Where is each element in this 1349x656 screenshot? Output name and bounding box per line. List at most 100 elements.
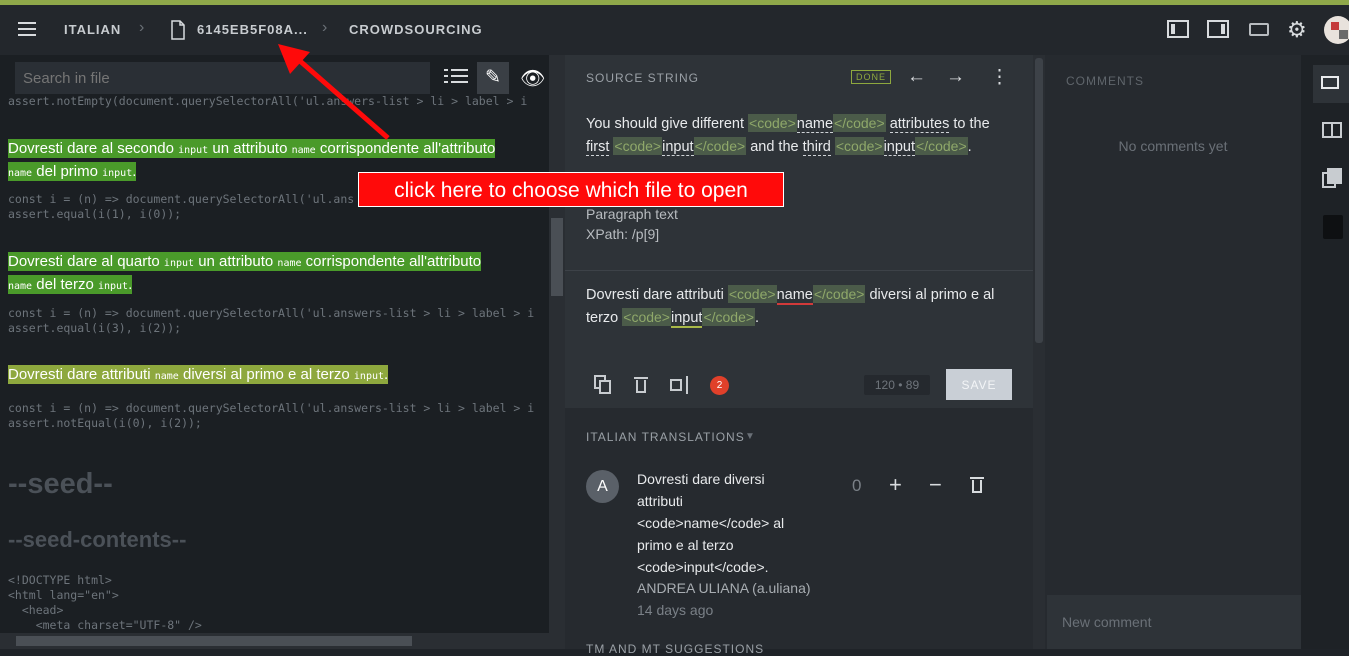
chat-icon <box>1321 76 1339 89</box>
section-heading: --seed-contents-- <box>8 527 187 552</box>
text-segment: del primo <box>32 163 103 180</box>
comment-placeholder: New comment <box>1062 614 1152 630</box>
vote-count: 0 <box>852 476 862 495</box>
code-line: const i = (n) => document.querySelectorA… <box>8 306 535 320</box>
breadcrumb-file[interactable]: 6145EB5F08A... <box>197 22 308 37</box>
top-bar: ITALIAN › 6145EB5F08A... › CROWDSOURCING… <box>0 5 1349 55</box>
text-segment: input <box>883 139 916 156</box>
menu-icon[interactable] <box>18 22 36 36</box>
edit-mode-button[interactable]: ✎ <box>477 62 509 94</box>
highlighted-string-selected[interactable]: Dovresti dare attributi name diversi al … <box>8 364 548 387</box>
delete-translation-icon[interactable] <box>970 476 984 494</box>
code-line: assert.notEmpty(document.querySelectorAl… <box>8 94 528 108</box>
text-segment: . <box>755 310 760 326</box>
pencil-icon: ✎ <box>485 67 501 88</box>
code-segment: input <box>97 281 129 292</box>
issues-count-badge[interactable]: 2 <box>710 376 729 395</box>
translation-author[interactable]: ANDREA ULIANA (a.uliana) <box>637 580 811 596</box>
code-segment: name <box>8 281 33 292</box>
code-segment: input <box>353 371 385 382</box>
copy-source-icon[interactable] <box>594 375 612 395</box>
code-line: <head> <box>8 603 64 617</box>
text-segment: Dovresti dare al secondo <box>8 140 179 157</box>
vertical-scrollbar[interactable] <box>549 55 565 649</box>
trash-icon[interactable] <box>634 375 648 394</box>
comments-empty-text: No comments yet <box>1118 138 1228 154</box>
text-segment: primo e al terzo <box>637 537 734 553</box>
plus-icon[interactable]: + <box>889 472 902 498</box>
more-options-icon[interactable]: ⋮ <box>990 66 1009 89</box>
avatar[interactable] <box>1324 16 1349 44</box>
code-line: assert.notEqual(i(0), i(2)); <box>8 416 202 430</box>
text-segment: . <box>967 139 972 155</box>
text-segment: <code>input</code>. <box>637 559 769 575</box>
text-segment: You should give different <box>586 116 749 132</box>
arrow-left-icon[interactable]: ← <box>907 66 926 88</box>
arrow-right-icon[interactable]: → <box>946 66 965 88</box>
text-segment: name <box>776 287 813 305</box>
insert-tag-icon[interactable] <box>670 376 692 394</box>
highlighted-string[interactable]: Dovresti dare al quarto input un attribu… <box>8 251 548 297</box>
code-tag: </code> <box>812 285 866 303</box>
comments-tab[interactable] <box>1313 65 1349 103</box>
breadcrumb-section[interactable]: CROWDSOURCING <box>349 22 483 37</box>
text-segment: . <box>132 163 137 180</box>
text-segment: Dovresti dare attributi <box>8 366 155 383</box>
code-tag: <code> <box>622 308 671 326</box>
gear-icon[interactable]: ⚙ <box>1287 17 1307 43</box>
code-tag: <code> <box>834 137 884 155</box>
preview-eye-icon[interactable]: 👁 <box>520 66 545 91</box>
code-line: const i = (n) => document.querySelectorA… <box>8 192 355 206</box>
text-segment: and the <box>746 139 803 155</box>
machinery-icon[interactable] <box>1322 168 1342 188</box>
dark-square-icon[interactable] <box>1323 215 1343 239</box>
code-segment: input <box>178 145 209 156</box>
breadcrumb-project[interactable]: ITALIAN <box>64 22 121 37</box>
glossary-icon[interactable] <box>1322 122 1342 138</box>
text-segment: un attributo <box>194 253 278 270</box>
file-icon[interactable] <box>170 20 186 40</box>
text-segment: first <box>586 139 610 156</box>
code-line: const i = (n) => document.querySelectorA… <box>8 401 535 415</box>
code-line: <meta charset="UTF-8" /> <box>8 618 202 632</box>
text-segment: to the <box>949 116 990 132</box>
minus-icon[interactable]: − <box>929 472 942 498</box>
code-line: <!DOCTYPE html> <box>8 573 112 587</box>
left-panel-toggle-icon[interactable] <box>1167 20 1189 38</box>
context-type: Paragraph text <box>586 206 678 222</box>
text-segment: Dovresti dare al quarto <box>8 253 164 270</box>
scrollbar-thumb[interactable] <box>16 636 412 646</box>
code-tag: </code> <box>702 308 756 326</box>
right-panel-toggle-icon[interactable] <box>1207 20 1229 38</box>
translation-time: 14 days ago <box>637 602 714 618</box>
list-view-icon[interactable] <box>444 67 468 89</box>
text-segment: diversi al primo e al terzo <box>178 366 354 383</box>
translation-editor[interactable]: Dovresti dare attributi <code>name</code… <box>586 283 1026 329</box>
context-xpath: XPath: /p[9] <box>586 226 660 242</box>
code-segment: name <box>154 371 179 382</box>
breadcrumb-separator-icon: › <box>139 19 145 36</box>
code-tag: <code> <box>748 114 797 132</box>
breadcrumb-separator-icon: › <box>322 19 328 36</box>
code-tag: <code> <box>613 137 663 155</box>
save-button[interactable]: SAVE <box>946 369 1012 400</box>
translator-avatar: A <box>586 470 619 503</box>
keyboard-icon[interactable] <box>1249 23 1269 36</box>
scrollbar-thumb[interactable] <box>551 218 563 296</box>
caret-down-icon[interactable]: ▼ <box>745 431 755 442</box>
divider <box>565 270 1033 271</box>
code-segment: input <box>163 258 195 269</box>
code-segment: name <box>277 258 302 269</box>
translation-text[interactable]: Dovresti dare diversi attributi <code>na… <box>637 468 817 578</box>
new-comment-field[interactable]: New comment <box>1047 595 1301 649</box>
translations-header: ITALIAN TRANSLATIONS <box>586 430 745 444</box>
text-segment: corrispondente all'attributo <box>301 253 482 270</box>
code-line: <html lang="en"> <box>8 588 119 602</box>
text-segment: terzo <box>586 310 623 326</box>
scrollbar-thumb[interactable] <box>1035 58 1043 343</box>
status-badge: DONE <box>851 70 892 84</box>
text-segment: Dovresti dare diversi <box>637 471 765 487</box>
text-segment: del terzo <box>32 276 98 293</box>
code-tag: <code> <box>727 285 777 303</box>
text-segment: . <box>128 276 133 293</box>
